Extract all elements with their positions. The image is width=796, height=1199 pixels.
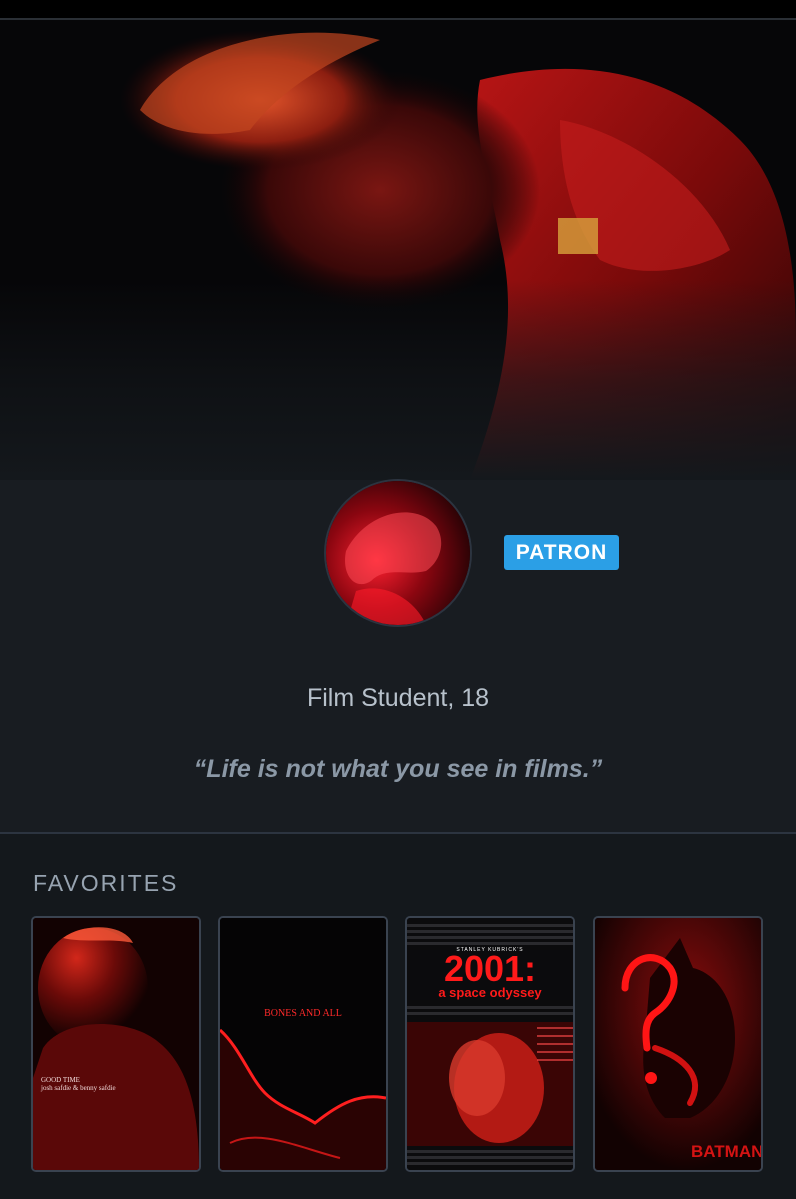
status-bar <box>0 0 796 18</box>
bones-and-all-title: BONES AND ALL <box>264 1008 342 1019</box>
good-time-poster-text: GOOD TIME josh safdie & benny safdie <box>41 1076 116 1092</box>
profile-quote: “Life is not what you see in films.” <box>193 755 603 783</box>
favorite-poster-2001[interactable]: STANLEY KUBRICK'S 2001: a space odyssey <box>405 916 575 1172</box>
favorite-poster-the-batman[interactable]: BATMAN <box>593 916 763 1172</box>
avatar[interactable] <box>324 479 472 627</box>
favorite-poster-bones-and-all[interactable]: BONES AND ALL <box>218 916 388 1172</box>
favorites-heading: FAVORITES <box>33 870 179 896</box>
profile-bio: Film Student, 18 <box>306 684 490 712</box>
patron-badge[interactable]: PATRON <box>504 535 619 570</box>
profile-backdrop-image <box>0 20 796 480</box>
good-time-credits: josh safdie & benny safdie <box>41 1084 116 1092</box>
favorite-poster-good-time[interactable]: GOOD TIME josh safdie & benny safdie <box>31 916 201 1172</box>
the-batman-title: BATMAN <box>691 1142 763 1161</box>
2001-title: 2001: <box>443 948 537 989</box>
2001-subtitle: a space odyssey <box>438 985 542 1000</box>
good-time-title: GOOD TIME <box>41 1076 80 1084</box>
